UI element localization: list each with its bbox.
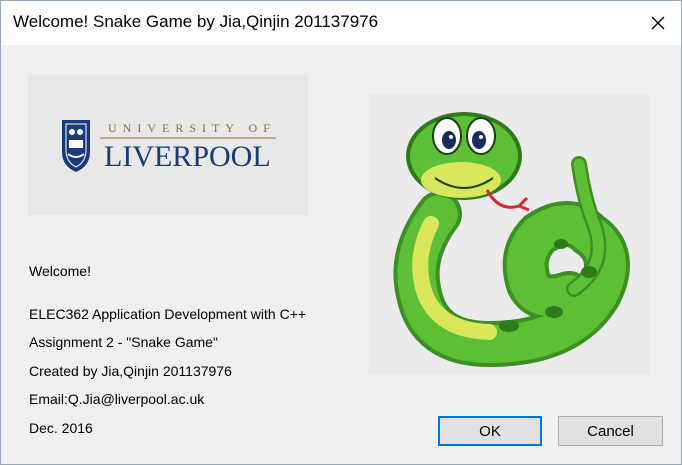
university-logo: UNIVERSITY OF LIVERPOOL (28, 74, 308, 215)
welcome-text: Welcome! (29, 263, 91, 279)
close-button[interactable] (635, 1, 681, 45)
dialog-window: Welcome! Snake Game by Jia,Qinjin 201137… (0, 0, 682, 465)
logo-text-liverpool: LIVERPOOL (104, 140, 271, 173)
email-text: Email:Q.Jia@liverpool.ac.uk (29, 391, 205, 407)
date-text: Dec. 2016 (29, 420, 93, 436)
close-icon (651, 16, 665, 30)
cancel-button[interactable]: Cancel (558, 416, 663, 446)
cartoon-snake-icon (393, 112, 630, 368)
author-text: Created by Jia,Qinjin 201137976 (29, 363, 232, 379)
ok-button[interactable]: OK (438, 416, 542, 446)
course-text: ELEC362 Application Development with C++ (29, 306, 307, 322)
liverpool-logo-image: UNIVERSITY OF LIVERPOOL (62, 120, 276, 173)
window-title: Welcome! Snake Game by Jia,Qinjin 201137… (13, 12, 379, 31)
snake-image (369, 94, 650, 374)
logo-text-university: UNIVERSITY OF (108, 121, 276, 135)
assignment-text: Assignment 2 - "Snake Game" (29, 334, 218, 350)
title-bar[interactable]: Welcome! Snake Game by Jia,Qinjin 201137… (1, 1, 681, 45)
